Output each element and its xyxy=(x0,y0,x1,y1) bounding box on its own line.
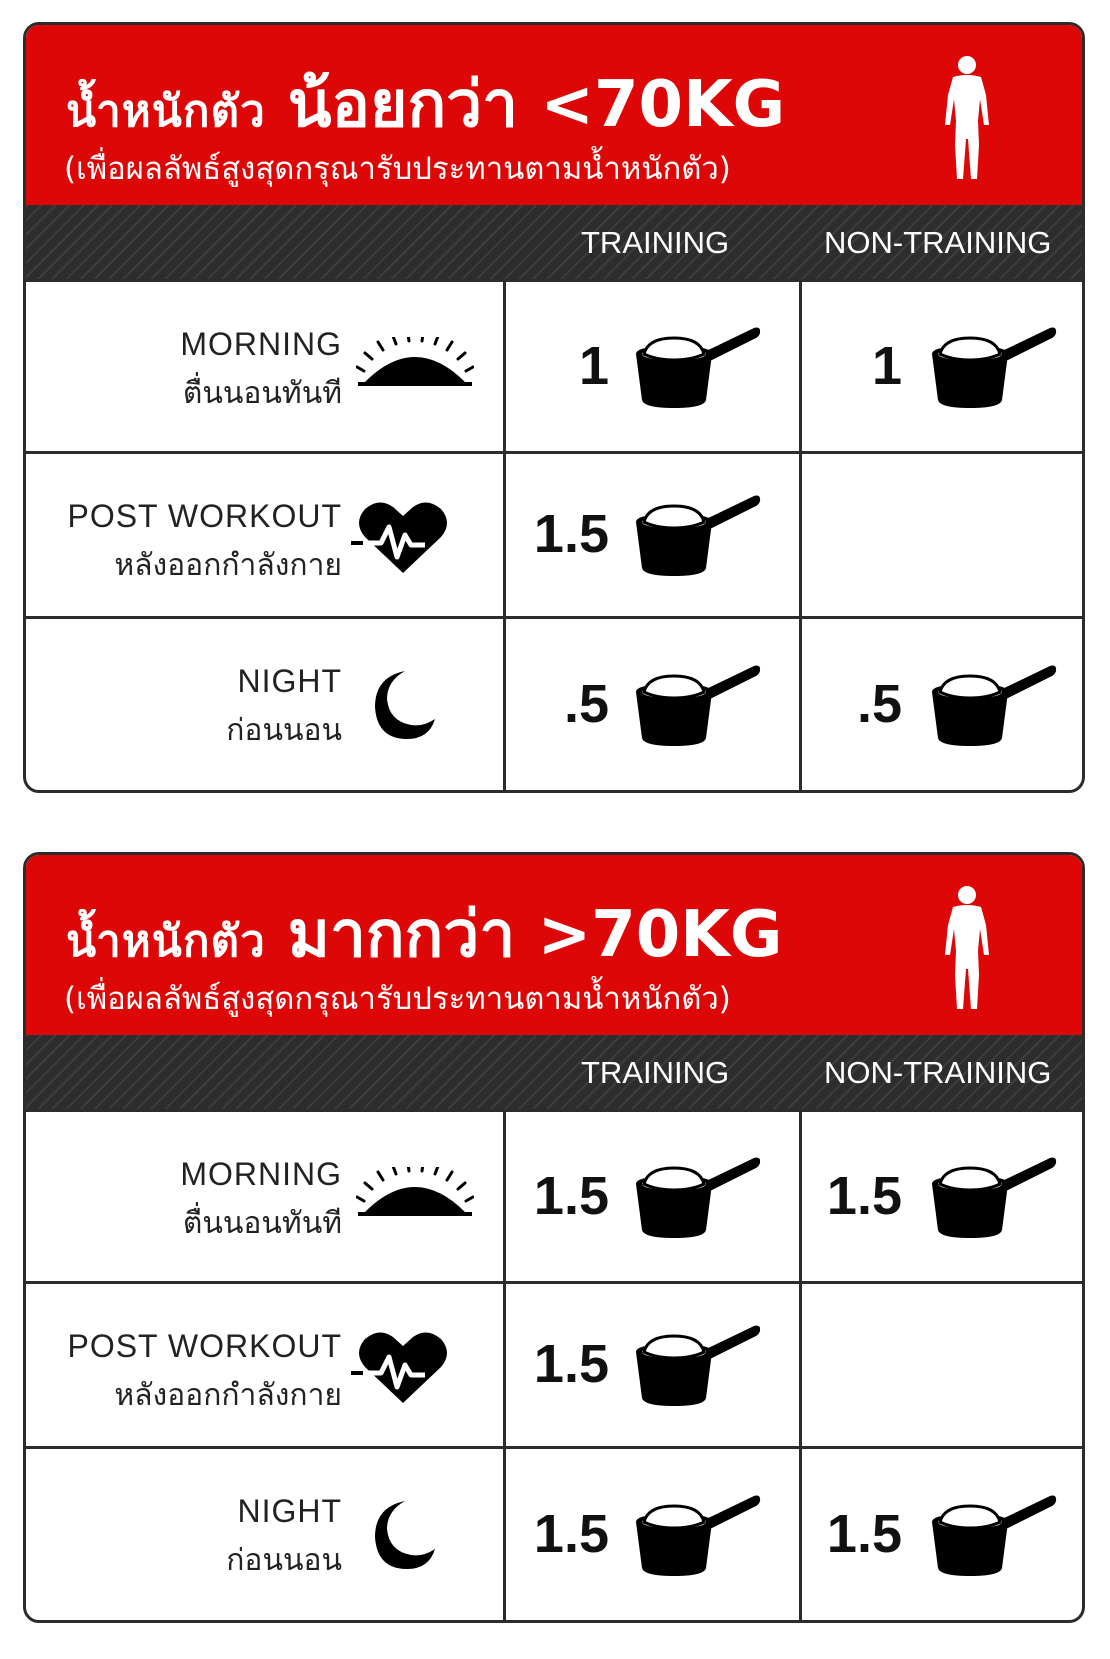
column-divider xyxy=(503,279,506,790)
row-label-th: หลังออกกำลังกาย xyxy=(114,1378,342,1413)
row-night: NIGHT ก่อนนอน .5 .5 xyxy=(26,616,1082,790)
dose-value: 1.5 xyxy=(826,1503,902,1564)
training-dose: 1 xyxy=(506,282,799,451)
dose-value: 1.5 xyxy=(533,1503,609,1564)
row-label-en: MORNING xyxy=(180,1156,342,1192)
row-label-en: NIGHT xyxy=(237,1493,342,1529)
weight-label: น้ำหนักตัว xyxy=(66,86,266,137)
column-divider xyxy=(503,1109,506,1620)
dose-value: 1 xyxy=(871,335,902,396)
row-post-workout: POST WORKOUT หลังออกกำลังกาย 1.5 xyxy=(26,1281,1082,1446)
dosage-table-over-70: น้ำหนักตัว มากกว่า >70KG (เพื่อผลลัพธ์สูง… xyxy=(23,852,1085,1623)
table-title: น้ำหนักตัว มากกว่า >70KG xyxy=(66,883,782,985)
scoop-icon xyxy=(634,662,762,748)
row-night: NIGHT ก่อนนอน 1.5 1.5 xyxy=(26,1446,1082,1620)
scoop-icon xyxy=(930,1492,1058,1578)
weight-condition: น้อยกว่า <70KG xyxy=(287,68,786,142)
scoop-icon xyxy=(634,324,762,410)
row-morning: MORNING ตื่นนอนทันที 1 1 xyxy=(26,279,1082,451)
human-body-icon xyxy=(944,55,990,181)
row-label-th: ก่อนนอน xyxy=(226,1543,342,1578)
training-dose: 1.5 xyxy=(506,454,799,616)
training-dose: 1.5 xyxy=(506,1284,799,1446)
column-divider xyxy=(799,1109,802,1620)
scoop-icon xyxy=(634,492,762,578)
column-non-training: NON-TRAINING xyxy=(824,225,1052,260)
column-header-bar: TRAINING NON-TRAINING xyxy=(26,205,1082,279)
scoop-icon xyxy=(634,1322,762,1408)
training-dose: 1.5 xyxy=(506,1449,799,1620)
human-body-icon xyxy=(944,885,990,1011)
column-training: TRAINING xyxy=(581,225,730,260)
heartbeat-icon xyxy=(351,1329,451,1405)
table-header: น้ำหนักตัว น้อยกว่า <70KG (เพื่อผลลัพธ์สู… xyxy=(26,25,1082,205)
sunrise-icon xyxy=(356,1167,474,1219)
row-morning: MORNING ตื่นนอนทันที 1.5 1.5 xyxy=(26,1109,1082,1281)
dose-value: 1.5 xyxy=(533,1333,609,1394)
row-post-workout: POST WORKOUT หลังออกกำลังกาย 1.5 xyxy=(26,451,1082,616)
non-training-dose: 1 xyxy=(802,282,1082,451)
training-dose: .5 xyxy=(506,619,799,790)
training-dose: 1.5 xyxy=(506,1112,799,1281)
heartbeat-icon xyxy=(351,499,451,575)
moon-icon xyxy=(371,1499,437,1571)
column-header-bar: TRAINING NON-TRAINING xyxy=(26,1035,1082,1109)
weight-label: น้ำหนักตัว xyxy=(66,916,266,967)
dose-value: 1.5 xyxy=(826,1165,902,1226)
table-subtitle: (เพื่อผลลัพธ์สูงสุดกรุณารับประทานตามน้ำห… xyxy=(64,981,731,1017)
row-label-en: POST WORKOUT xyxy=(67,1328,342,1364)
moon-icon xyxy=(371,669,437,741)
dosage-table-under-70: น้ำหนักตัว น้อยกว่า <70KG (เพื่อผลลัพธ์สู… xyxy=(23,22,1085,793)
table-title: น้ำหนักตัว น้อยกว่า <70KG xyxy=(66,53,785,155)
scoop-icon xyxy=(930,662,1058,748)
non-training-dose: 1.5 xyxy=(802,1449,1082,1620)
dose-value: 1.5 xyxy=(533,503,609,564)
scoop-icon xyxy=(930,324,1058,410)
dose-value: 1.5 xyxy=(533,1165,609,1226)
dose-value: .5 xyxy=(856,673,902,734)
dose-value: 1 xyxy=(578,335,609,396)
weight-condition: มากกว่า >70KG xyxy=(287,898,783,972)
row-label-en: NIGHT xyxy=(237,663,342,699)
non-training-dose: .5 xyxy=(802,619,1082,790)
scoop-icon xyxy=(930,1154,1058,1240)
row-label-th: ตื่นนอนทันที xyxy=(182,1206,342,1241)
row-label-th: หลังออกกำลังกาย xyxy=(114,548,342,583)
sunrise-icon xyxy=(356,337,474,389)
scoop-icon xyxy=(634,1492,762,1578)
dose-value: .5 xyxy=(563,673,609,734)
row-label-th: ก่อนนอน xyxy=(226,713,342,748)
column-divider xyxy=(799,279,802,790)
table-subtitle: (เพื่อผลลัพธ์สูงสุดกรุณารับประทานตามน้ำห… xyxy=(64,151,731,187)
column-training: TRAINING xyxy=(581,1055,730,1090)
column-non-training: NON-TRAINING xyxy=(824,1055,1052,1090)
row-label-en: MORNING xyxy=(180,326,342,362)
row-label-en: POST WORKOUT xyxy=(67,498,342,534)
table-header: น้ำหนักตัว มากกว่า >70KG (เพื่อผลลัพธ์สูง… xyxy=(26,855,1082,1035)
row-label-th: ตื่นนอนทันที xyxy=(182,376,342,411)
non-training-dose: 1.5 xyxy=(802,1112,1082,1281)
scoop-icon xyxy=(634,1154,762,1240)
